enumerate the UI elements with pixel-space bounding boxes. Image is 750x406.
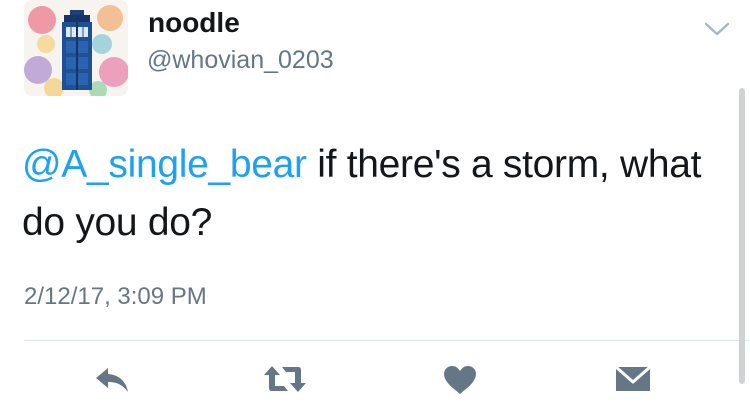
mention-link[interactable]: @A_single_bear [22,143,307,186]
heart-icon [444,366,476,394]
direct-message-button[interactable] [614,364,652,404]
user-handle[interactable]: @whovian_0203 [147,44,334,76]
reply-icon [96,368,128,392]
scrollbar[interactable] [739,88,745,384]
display-name[interactable]: noodle [148,6,240,40]
tweet-text: @A_single_bear if there's a storm, what … [22,136,727,252]
reply-button[interactable] [94,364,132,404]
retweet-button[interactable] [262,364,308,404]
tardis-watercolor-avatar-icon [24,5,128,96]
envelope-icon [615,365,651,391]
chevron-down-icon[interactable] [702,18,732,40]
retweet-icon [264,366,306,392]
timestamp: 2/12/17, 3:09 PM [24,283,207,310]
like-button[interactable] [442,364,478,404]
divider [24,340,750,341]
avatar[interactable] [24,0,128,96]
